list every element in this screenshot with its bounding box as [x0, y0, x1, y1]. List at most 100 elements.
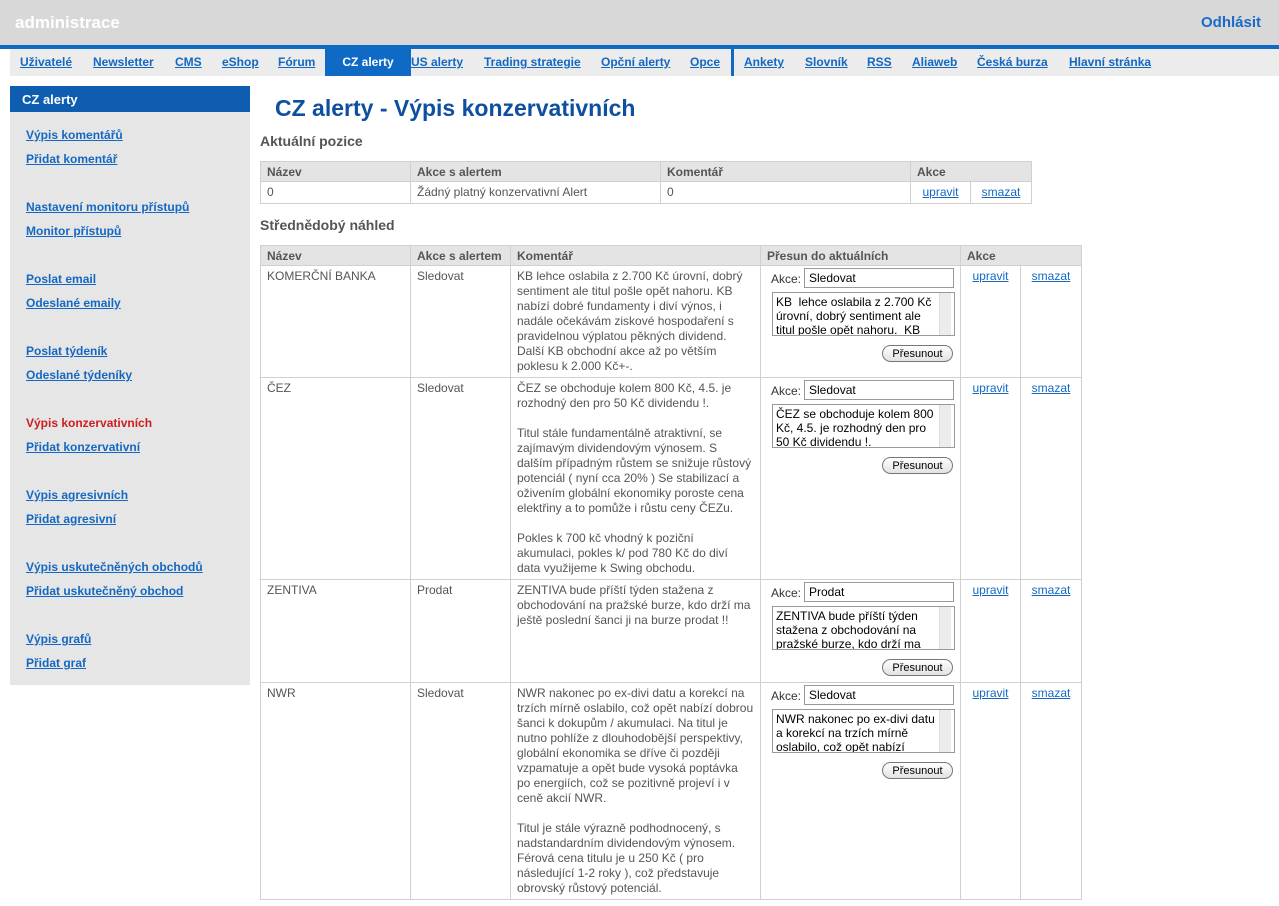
- move-button[interactable]: Přesunout: [882, 659, 953, 676]
- column-header: Přesun do aktuálních: [760, 245, 961, 266]
- column-header: Akce s alertem: [410, 245, 511, 266]
- move-button[interactable]: Přesunout: [882, 762, 953, 779]
- table-header-row: Název Akce s alertem Komentář Akce: [260, 161, 1032, 182]
- nav-item-ankety[interactable]: Ankety: [744, 49, 784, 76]
- comment-textarea[interactable]: KB lehce oslabila z 2.700 Kč úrovní, dob…: [772, 292, 955, 336]
- edit-link[interactable]: upravit: [972, 381, 1008, 395]
- comment-textarea[interactable]: NWR nakonec po ex-divi datu a korekcí na…: [772, 709, 955, 753]
- sidebar-item-pridat-obchod[interactable]: Přidat uskutečněný obchod: [26, 584, 183, 598]
- cell-delete: smazat: [1020, 265, 1082, 378]
- table-row: NWR Sledovat NWR nakonec po ex-divi datu…: [260, 682, 1082, 900]
- cell-comment: KB lehce oslabila z 2.700 Kč úrovní, dob…: [510, 265, 761, 378]
- cell-action: Sledovat: [410, 682, 511, 900]
- cell-name: 0: [260, 181, 411, 204]
- logout-link[interactable]: Odhlásit: [1201, 14, 1261, 31]
- delete-link[interactable]: smazat: [1032, 381, 1071, 395]
- comment-textarea[interactable]: ZENTIVA bude příští týden stažena z obch…: [772, 606, 955, 650]
- move-button[interactable]: Přesunout: [882, 345, 953, 362]
- cell-comment: 0: [660, 181, 911, 204]
- edit-link[interactable]: upravit: [972, 686, 1008, 700]
- nav-item-ceska-burza[interactable]: Česká burza: [977, 49, 1048, 76]
- nav-item-cz-alerty[interactable]: CZ alerty: [325, 49, 411, 76]
- edit-link[interactable]: upravit: [922, 185, 958, 199]
- cell-name: ČEZ: [260, 377, 411, 580]
- column-header: Akce s alertem: [410, 161, 661, 182]
- akce-input[interactable]: [804, 268, 954, 288]
- comment-paragraph: ZENTIVA bude příští týden stažena z obch…: [517, 583, 751, 627]
- akce-label: Akce:: [771, 384, 802, 398]
- cell-delete: smazat: [1020, 377, 1082, 580]
- nav-item-us-alerty[interactable]: US alerty: [411, 49, 463, 76]
- comment-paragraph: Titul je stále výrazně podhodnocený, s n…: [517, 821, 736, 895]
- column-header: Komentář: [660, 161, 911, 182]
- column-header: Akce: [910, 161, 1032, 182]
- comment-paragraph: KB lehce oslabila z 2.700 Kč úrovní, dob…: [517, 269, 743, 373]
- delete-link[interactable]: smazat: [982, 185, 1021, 199]
- akce-label: Akce:: [771, 272, 802, 286]
- cell-delete: smazat: [1020, 682, 1082, 900]
- sidebar-item-pridat-konzervativni[interactable]: Přidat konzervativní: [26, 440, 140, 454]
- current-section-title: Aktuální pozice: [260, 133, 363, 149]
- table-header-row: Název Akce s alertem Komentář Přesun do …: [260, 245, 1082, 266]
- sidebar-item-vypis-grafu[interactable]: Výpis grafů: [26, 632, 91, 646]
- sidebar-item-vypis-agresivnich[interactable]: Výpis agresivních: [26, 488, 128, 502]
- cell-edit: upravit: [960, 579, 1021, 683]
- nav-item-eshop[interactable]: eShop: [222, 49, 259, 76]
- sidebar-item-vypis-komentaru[interactable]: Výpis komentářů: [26, 128, 123, 142]
- table-row: 0 Žádný platný konzervativní Alert 0 upr…: [260, 181, 1032, 204]
- top-bar: administrace Odhlásit: [0, 0, 1279, 46]
- comment-textarea[interactable]: ČEZ se obchoduje kolem 800 Kč, 4.5. je r…: [772, 404, 955, 448]
- nav-item-opce[interactable]: Opce: [690, 49, 720, 76]
- sidebar-item-vypis-obchodu[interactable]: Výpis uskutečněných obchodů: [26, 560, 203, 574]
- sidebar-item-odeslane-tydeniky[interactable]: Odeslané týdeníky: [26, 368, 132, 382]
- nav-item-cms[interactable]: CMS: [175, 49, 202, 76]
- delete-link[interactable]: smazat: [1032, 269, 1071, 283]
- cell-move: Akce: ČEZ se obchoduje kolem 800 Kč, 4.5…: [760, 377, 961, 580]
- cell-name: NWR: [260, 682, 411, 900]
- nav-item-hlavni-stranka[interactable]: Hlavní stránka: [1069, 49, 1151, 76]
- move-button[interactable]: Přesunout: [882, 457, 953, 474]
- nav-separator: [731, 49, 734, 76]
- medium-term-table: Název Akce s alertem Komentář Přesun do …: [260, 245, 1082, 900]
- sidebar-item-monitor-pristupu[interactable]: Monitor přístupů: [26, 224, 121, 238]
- sidebar-item-odeslane-emaily[interactable]: Odeslané emaily: [26, 296, 121, 310]
- sidebar-item-poslat-tydenik[interactable]: Poslat týdeník: [26, 344, 107, 358]
- cell-action: Sledovat: [410, 377, 511, 580]
- sidebar-item-nastaveni-monitoru[interactable]: Nastavení monitoru přístupů: [26, 200, 189, 214]
- delete-link[interactable]: smazat: [1032, 686, 1071, 700]
- cell-edit: upravit: [960, 265, 1021, 378]
- main-nav: Uživatelé Newsletter CMS eShop Fórum CZ …: [10, 49, 1279, 76]
- akce-input[interactable]: [804, 685, 954, 705]
- sidebar-item-pridat-komentar[interactable]: Přidat komentář: [26, 152, 117, 166]
- delete-link[interactable]: smazat: [1032, 583, 1071, 597]
- table-row: ZENTIVA Prodat ZENTIVA bude příští týden…: [260, 579, 1082, 683]
- cell-comment: ZENTIVA bude příští týden stažena z obch…: [510, 579, 761, 683]
- nav-item-rss[interactable]: RSS: [867, 49, 892, 76]
- cell-action: Prodat: [410, 579, 511, 683]
- cell-edit: upravit: [960, 682, 1021, 900]
- sidebar-item-pridat-agresivni[interactable]: Přidat agresivní: [26, 512, 116, 526]
- nav-item-aliaweb[interactable]: Aliaweb: [912, 49, 957, 76]
- cell-edit: upravit: [960, 377, 1021, 580]
- nav-item-newsletter[interactable]: Newsletter: [93, 49, 154, 76]
- nav-item-uzivatele[interactable]: Uživatelé: [20, 49, 72, 76]
- table-row: ČEZ Sledovat ČEZ se obchoduje kolem 800 …: [260, 377, 1082, 580]
- sidebar-item-vypis-konzervativnich[interactable]: Výpis konzervativních: [26, 416, 152, 430]
- nav-item-forum[interactable]: Fórum: [278, 49, 315, 76]
- comment-paragraph: ČEZ se obchoduje kolem 800 Kč, 4.5. je r…: [517, 381, 732, 410]
- nav-item-slovnik[interactable]: Slovník: [805, 49, 848, 76]
- edit-link[interactable]: upravit: [972, 269, 1008, 283]
- sidebar-title: CZ alerty: [10, 86, 250, 112]
- cell-edit: upravit: [910, 181, 971, 204]
- cell-name: KOMERČNÍ BANKA: [260, 265, 411, 378]
- akce-label: Akce:: [771, 689, 802, 703]
- nav-item-opcni-alerty[interactable]: Opční alerty: [601, 49, 670, 76]
- sidebar-item-pridat-graf[interactable]: Přidat graf: [26, 656, 86, 670]
- nav-item-trading-strategie[interactable]: Trading strategie: [484, 49, 581, 76]
- table-row: KOMERČNÍ BANKA Sledovat KB lehce oslabil…: [260, 265, 1082, 378]
- page-title: CZ alerty - Výpis konzervativních: [275, 95, 636, 121]
- sidebar-item-poslat-email[interactable]: Poslat email: [26, 272, 96, 286]
- akce-input[interactable]: [804, 380, 954, 400]
- edit-link[interactable]: upravit: [972, 583, 1008, 597]
- akce-input[interactable]: [804, 582, 954, 602]
